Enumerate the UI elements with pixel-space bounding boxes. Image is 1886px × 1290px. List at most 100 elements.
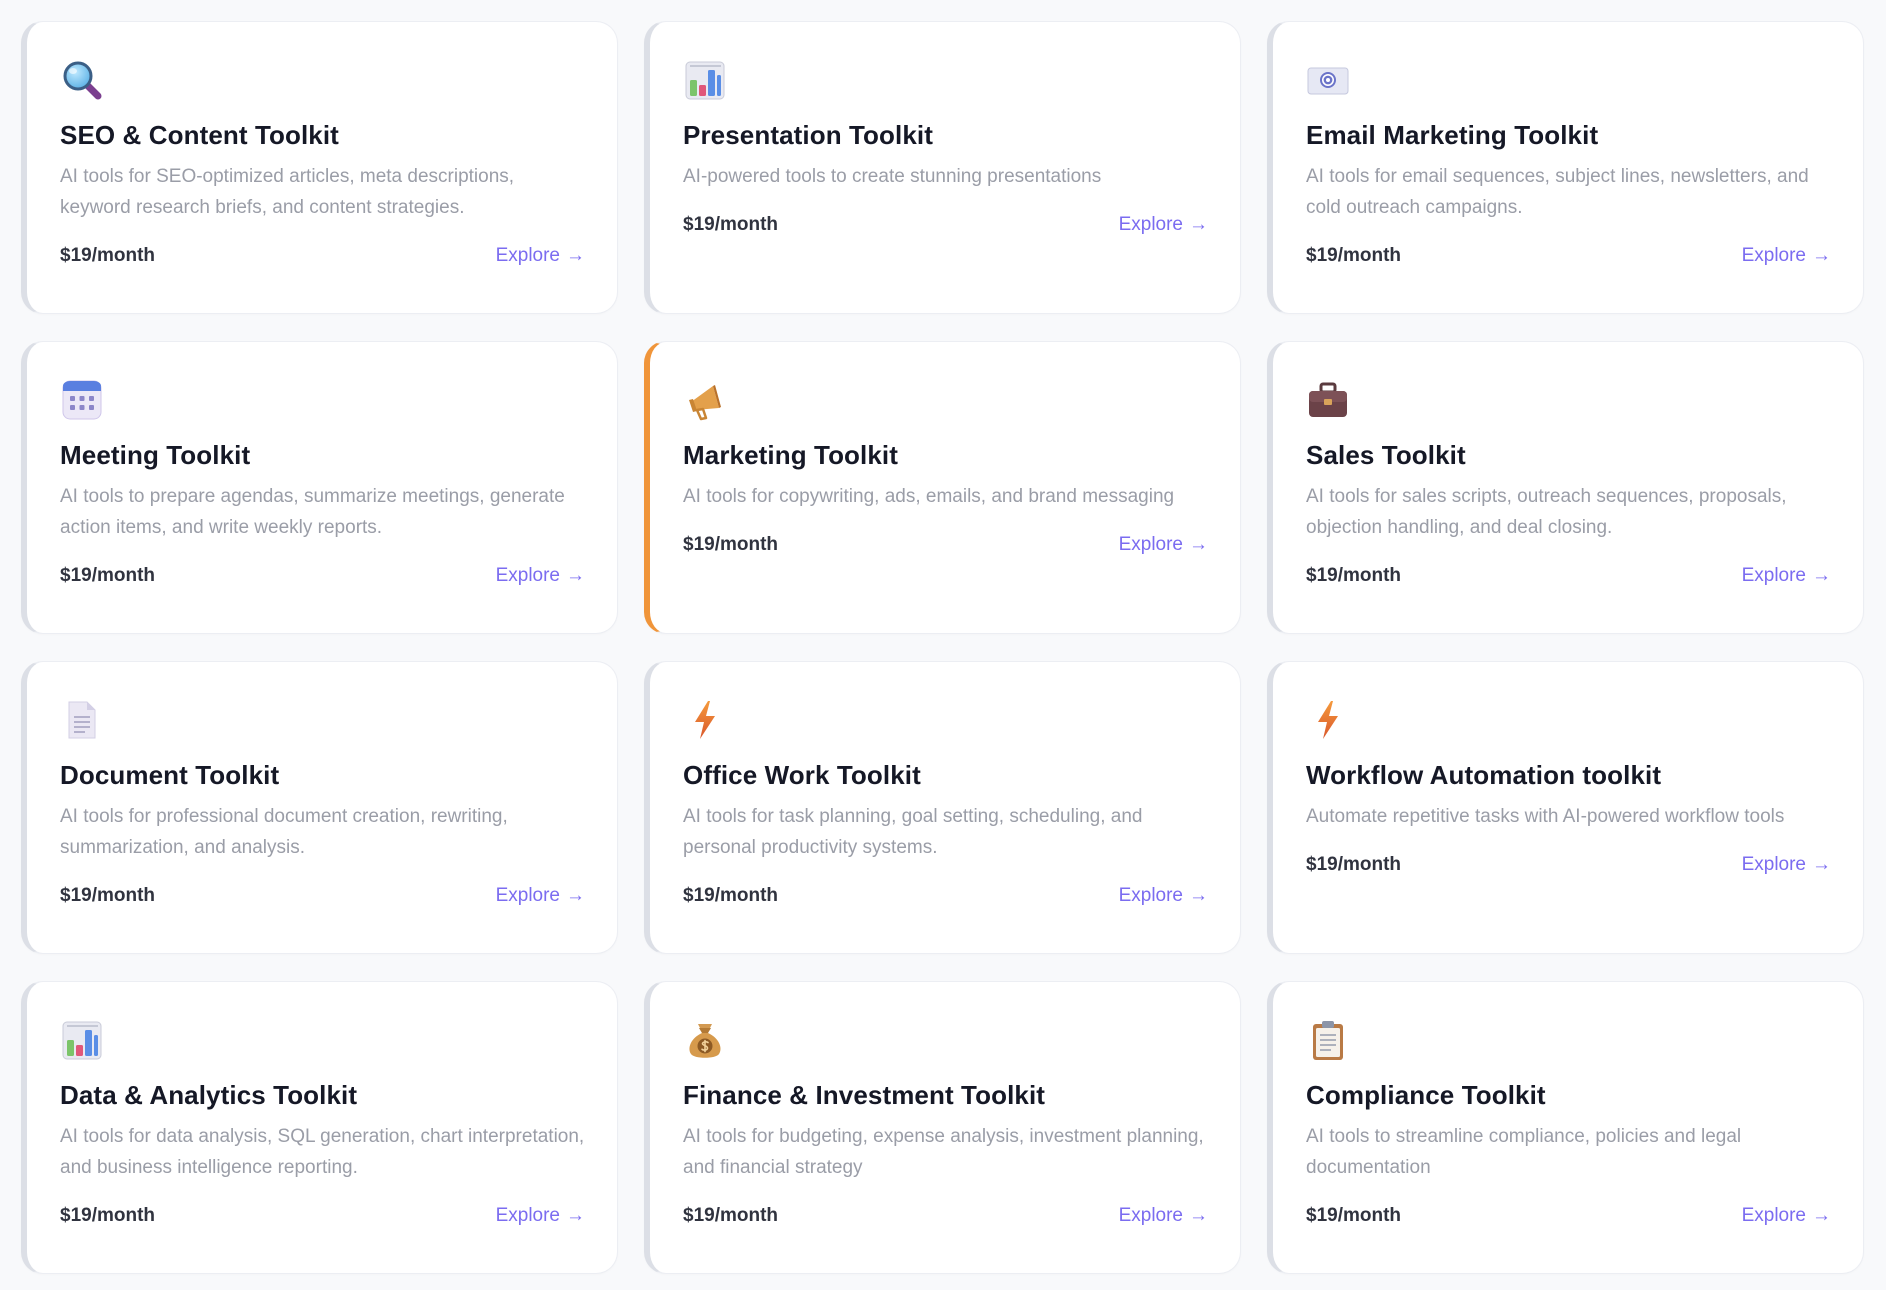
card-price: $19/month: [60, 245, 156, 266]
arrow-right-icon: →: [566, 565, 585, 586]
bar-chart-icon: [60, 1018, 104, 1062]
arrow-right-icon: →: [1812, 854, 1831, 875]
toolkit-card[interactable]: Sales Toolkit AI tools for sales scripts…: [1267, 341, 1864, 634]
card-price: $19/month: [1306, 854, 1402, 875]
toolkit-card[interactable]: Office Work Toolkit AI tools for task pl…: [644, 661, 1241, 954]
card-price: $19/month: [1306, 245, 1402, 266]
card-title: Workflow Automation toolkit: [1306, 760, 1662, 790]
card-description: AI tools for SEO-optimized articles, met…: [60, 166, 515, 218]
card-footer: $19/month Explore →: [1306, 565, 1831, 587]
card-title: Sales Toolkit: [1306, 440, 1466, 470]
toolkit-card[interactable]: Workflow Automation toolkit Automate rep…: [1267, 661, 1864, 954]
lightning-icon: [1306, 698, 1350, 742]
arrow-right-icon: →: [1812, 565, 1831, 586]
explore-link[interactable]: Explore →: [1119, 534, 1208, 556]
card-description: Automate repetitive tasks with AI-powere…: [1306, 806, 1785, 827]
explore-label: Explore: [495, 885, 560, 906]
toolkit-card[interactable]: Finance & Investment Toolkit AI tools fo…: [644, 981, 1241, 1274]
arrow-right-icon: →: [1812, 245, 1831, 266]
card-price: $19/month: [1306, 1205, 1402, 1226]
briefcase-icon: [1306, 378, 1350, 422]
card-footer: $19/month Explore →: [683, 214, 1208, 236]
toolkit-card[interactable]: Email Marketing Toolkit AI tools for ema…: [1267, 21, 1864, 314]
magnifier-icon: [60, 58, 104, 102]
arrow-right-icon: →: [1189, 1205, 1208, 1226]
explore-link[interactable]: Explore →: [496, 565, 585, 587]
card-description: AI tools for data analysis, SQL generati…: [60, 1126, 585, 1178]
toolkit-card[interactable]: Meeting Toolkit AI tools to prepare agen…: [21, 341, 618, 634]
card-title: Office Work Toolkit: [683, 760, 921, 790]
card-price: $19/month: [1306, 565, 1402, 586]
toolkit-card[interactable]: Presentation Toolkit AI-powered tools to…: [644, 21, 1241, 314]
explore-label: Explore: [495, 565, 560, 586]
toolkit-card[interactable]: Data & Analytics Toolkit AI tools for da…: [21, 981, 618, 1274]
card-title: Data & Analytics Toolkit: [60, 1080, 358, 1110]
email-icon: [1306, 58, 1350, 102]
clipboard-icon: [1306, 1018, 1350, 1062]
explore-link[interactable]: Explore →: [1742, 1205, 1831, 1227]
card-title: Meeting Toolkit: [60, 440, 251, 470]
card-price: $19/month: [60, 1205, 156, 1226]
card-price: $19/month: [683, 1205, 779, 1226]
explore-link[interactable]: Explore →: [1119, 1205, 1208, 1227]
explore-label: Explore: [1741, 565, 1806, 586]
arrow-right-icon: →: [1812, 1205, 1831, 1226]
card-footer: $19/month Explore →: [683, 1205, 1208, 1227]
money-bag-icon: [683, 1018, 727, 1062]
card-footer: $19/month Explore →: [60, 245, 585, 267]
toolkit-card[interactable]: SEO & Content Toolkit AI tools for SEO-o…: [21, 21, 618, 314]
arrow-right-icon: →: [1189, 885, 1208, 906]
card-description: AI tools to prepare agendas, summarize m…: [60, 486, 565, 538]
card-footer: $19/month Explore →: [60, 1205, 585, 1227]
card-footer: $19/month Explore →: [1306, 245, 1831, 267]
explore-label: Explore: [1118, 885, 1183, 906]
bar-chart-icon: [683, 58, 727, 102]
card-price: $19/month: [683, 214, 779, 235]
explore-link[interactable]: Explore →: [1119, 885, 1208, 907]
card-price: $19/month: [683, 885, 779, 906]
explore-label: Explore: [495, 245, 560, 266]
explore-link[interactable]: Explore →: [496, 1205, 585, 1227]
lightning-icon: [683, 698, 727, 742]
card-title: Compliance Toolkit: [1306, 1080, 1546, 1110]
explore-link[interactable]: Explore →: [496, 245, 585, 267]
arrow-right-icon: →: [1189, 534, 1208, 555]
card-price: $19/month: [60, 885, 156, 906]
arrow-right-icon: →: [566, 1205, 585, 1226]
card-description: AI-powered tools to create stunning pres…: [683, 166, 1102, 187]
arrow-right-icon: →: [1189, 214, 1208, 235]
card-title: Presentation Toolkit: [683, 120, 933, 150]
calendar-icon: [60, 378, 104, 422]
explore-label: Explore: [1118, 214, 1183, 235]
toolkit-card[interactable]: Document Toolkit AI tools for profession…: [21, 661, 618, 954]
card-footer: $19/month Explore →: [1306, 854, 1831, 876]
card-description: AI tools for task planning, goal setting…: [683, 806, 1143, 858]
explore-link[interactable]: Explore →: [1119, 214, 1208, 236]
explore-link[interactable]: Explore →: [496, 885, 585, 907]
card-footer: $19/month Explore →: [683, 534, 1208, 556]
card-footer: $19/month Explore →: [60, 565, 585, 587]
card-title: Document Toolkit: [60, 760, 280, 790]
explore-link[interactable]: Explore →: [1742, 854, 1831, 876]
card-description: AI tools for professional document creat…: [60, 806, 508, 858]
card-price: $19/month: [60, 565, 156, 586]
card-description: AI tools for copywriting, ads, emails, a…: [683, 486, 1175, 507]
card-footer: $19/month Explore →: [1306, 1205, 1831, 1227]
megaphone-icon: [683, 378, 727, 422]
card-description: AI tools to streamline compliance, polic…: [1306, 1126, 1742, 1178]
toolkit-card-active[interactable]: Marketing Toolkit AI tools for copywriti…: [644, 341, 1241, 634]
card-footer: $19/month Explore →: [683, 885, 1208, 907]
explore-label: Explore: [1741, 854, 1806, 875]
explore-link[interactable]: Explore →: [1742, 565, 1831, 587]
card-description: AI tools for sales scripts, outreach seq…: [1306, 486, 1787, 538]
toolkit-grid: SEO & Content Toolkit AI tools for SEO-o…: [21, 21, 1865, 1274]
card-title: Email Marketing Toolkit: [1306, 120, 1599, 150]
card-title: SEO & Content Toolkit: [60, 120, 339, 150]
card-title: Finance & Investment Toolkit: [683, 1080, 1046, 1110]
card-title: Marketing Toolkit: [683, 440, 899, 470]
toolkit-card[interactable]: Compliance Toolkit AI tools to streamlin…: [1267, 981, 1864, 1274]
card-footer: $19/month Explore →: [60, 885, 585, 907]
card-description: AI tools for email sequences, subject li…: [1306, 166, 1809, 218]
explore-link[interactable]: Explore →: [1742, 245, 1831, 267]
card-description: AI tools for budgeting, expense analysis…: [683, 1126, 1204, 1178]
